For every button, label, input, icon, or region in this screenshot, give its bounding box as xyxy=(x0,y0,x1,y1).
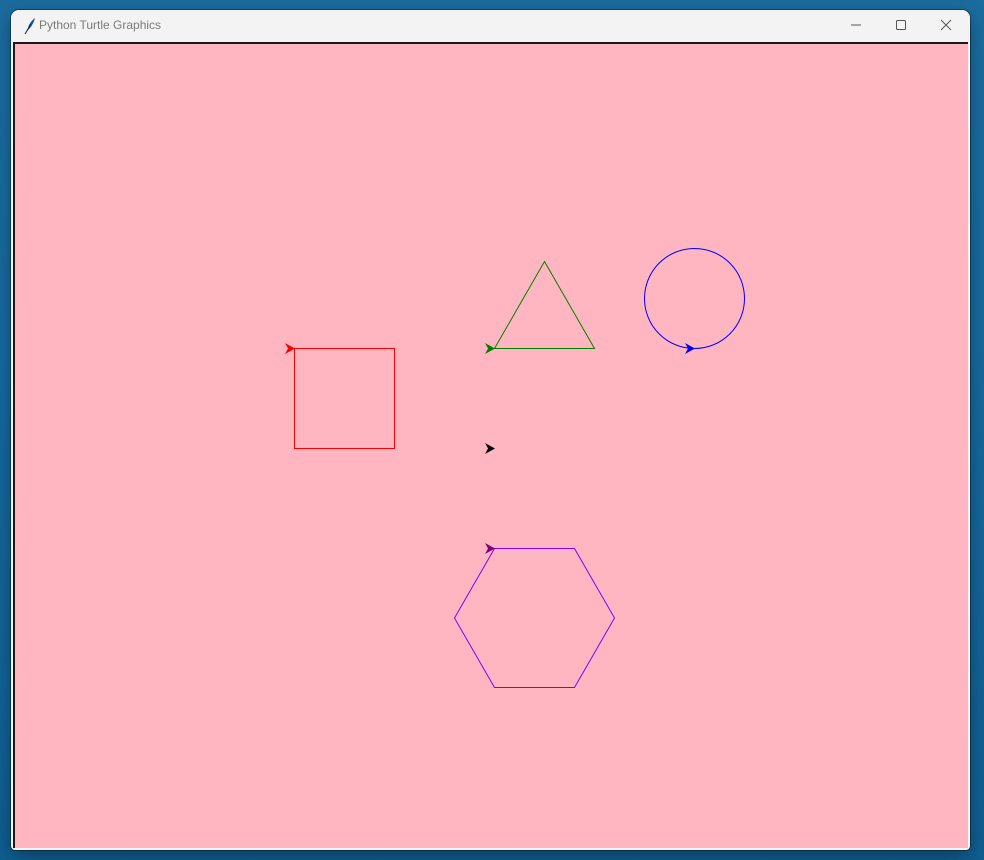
feather-icon xyxy=(19,16,39,36)
turtle-window: Python Turtle Graphics xyxy=(11,10,970,850)
turtle-canvas[interactable] xyxy=(15,44,970,850)
red-turtle xyxy=(285,343,295,354)
square xyxy=(294,348,395,449)
hexagon xyxy=(453,548,616,688)
maximize-icon xyxy=(895,16,907,35)
purple-turtle xyxy=(485,543,495,554)
close-icon xyxy=(940,16,952,35)
circle xyxy=(644,248,745,349)
minimize-icon xyxy=(850,16,862,35)
black-turtle xyxy=(485,443,495,454)
minimize-button[interactable] xyxy=(833,10,878,40)
title-bar[interactable]: Python Turtle Graphics xyxy=(11,10,970,42)
window-title: Python Turtle Graphics xyxy=(39,18,162,32)
turtle-canvas-area[interactable] xyxy=(13,42,968,848)
maximize-button[interactable] xyxy=(878,10,923,40)
close-button[interactable] xyxy=(923,10,968,40)
blue-turtle xyxy=(685,343,695,354)
green-turtle xyxy=(485,343,495,354)
triangle xyxy=(493,260,596,349)
